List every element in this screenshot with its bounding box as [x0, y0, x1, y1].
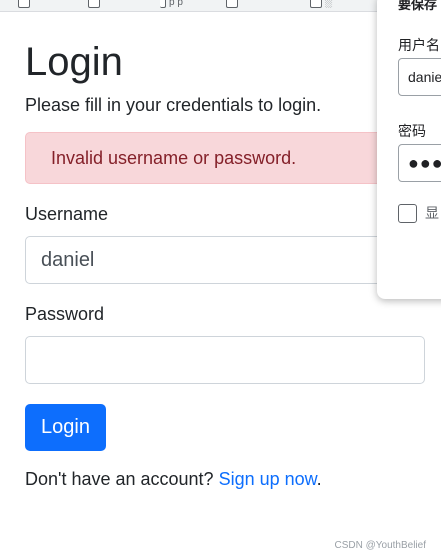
error-alert: Invalid username or password.: [25, 132, 425, 184]
login-form: Login Please fill in your credentials to…: [25, 40, 425, 491]
password-label: Password: [25, 304, 105, 324]
username-label: Username: [25, 204, 109, 224]
page-subtitle: Please fill in your credentials to login…: [25, 95, 322, 115]
signup-link[interactable]: Sign up now: [219, 469, 317, 489]
error-message: Invalid username or password.: [51, 147, 297, 168]
show-password-checkbox[interactable]: [398, 203, 417, 223]
username-value: daniel: [41, 248, 95, 271]
checkbox-icon: [160, 0, 166, 8]
popup-title: 要保存: [398, 0, 438, 12]
popup-password-label: 密码: [398, 123, 426, 139]
bookmark-item[interactable]: [226, 0, 238, 8]
watermark: CSDN @YouthBelief: [334, 540, 427, 551]
bookmark-label: p p: [169, 0, 183, 8]
bookmark-label: ░: [325, 0, 333, 8]
checkbox-icon: [88, 0, 100, 8]
show-password-toggle[interactable]: 显: [398, 203, 439, 223]
login-button[interactable]: Login: [25, 404, 106, 451]
popup-password-input[interactable]: ●●●●: [398, 144, 441, 182]
bookmark-item[interactable]: [88, 0, 100, 8]
checkbox-icon: [226, 0, 238, 8]
checkbox-icon: [18, 0, 30, 8]
signup-suffix: .: [316, 469, 322, 489]
bookmark-item[interactable]: ░: [310, 0, 332, 8]
username-input[interactable]: daniel: [25, 236, 425, 284]
browser-bookmark-bar: p p ░: [0, 0, 441, 12]
signup-prompt: Don't have an account? Sign up now.: [25, 469, 425, 491]
checkbox-icon: [310, 0, 322, 8]
bookmark-item[interactable]: p p: [160, 0, 183, 8]
show-password-label: 显: [425, 205, 439, 221]
signup-prefix: Don't have an account?: [25, 469, 219, 489]
popup-password-value: ●●●●: [408, 152, 441, 173]
password-manager-popup: 要保存 用户名 danie 密码 ●●●● 显: [377, 0, 441, 299]
popup-username-input[interactable]: danie: [398, 58, 441, 96]
popup-username-label: 用户名: [398, 37, 440, 53]
page-title: Login: [25, 40, 123, 84]
popup-username-value: danie: [408, 69, 441, 85]
password-input[interactable]: [25, 336, 425, 384]
bookmark-item[interactable]: [18, 0, 30, 8]
